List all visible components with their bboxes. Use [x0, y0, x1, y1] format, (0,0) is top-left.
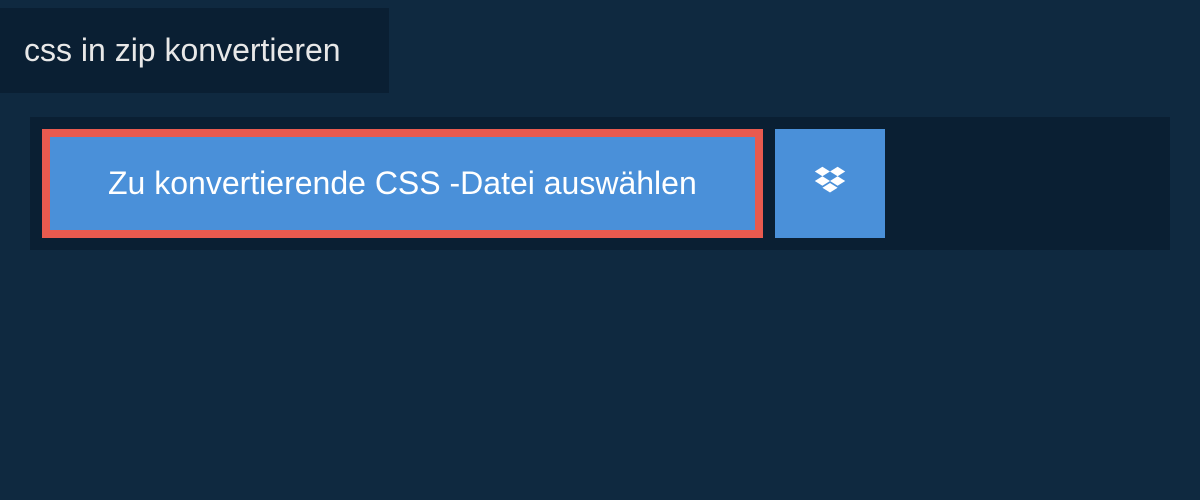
dropbox-button[interactable] — [775, 129, 885, 238]
dropbox-icon — [811, 163, 849, 204]
converter-tab: css in zip konvertieren — [0, 8, 389, 93]
select-file-button[interactable]: Zu konvertierende CSS -Datei auswählen — [42, 129, 763, 238]
file-selection-panel: Zu konvertierende CSS -Datei auswählen — [30, 117, 1170, 250]
select-file-button-label: Zu konvertierende CSS -Datei auswählen — [108, 165, 697, 202]
tab-title: css in zip konvertieren — [24, 32, 341, 68]
